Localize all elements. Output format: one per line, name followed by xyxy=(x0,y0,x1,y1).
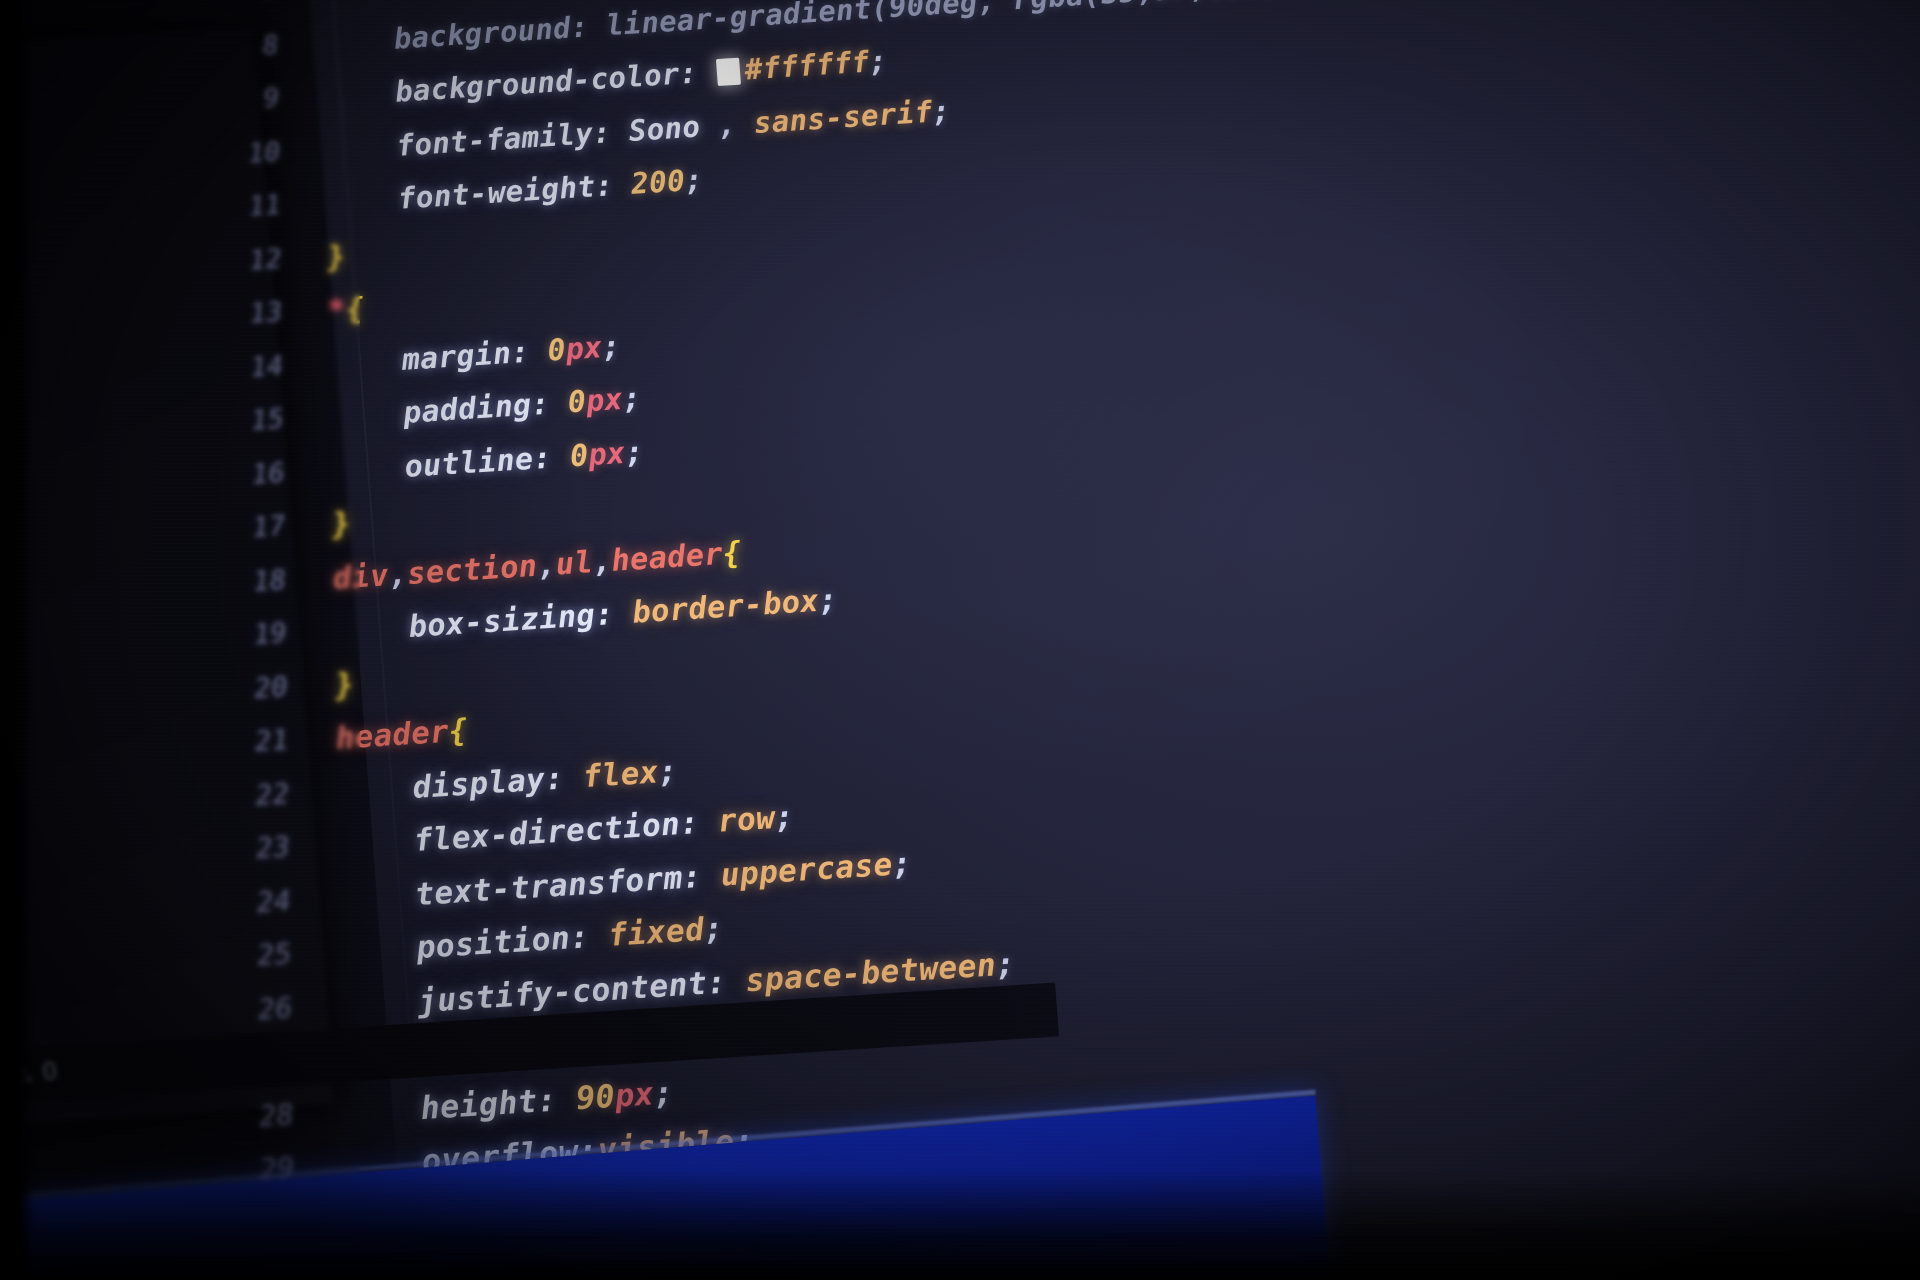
token-punc: ; xyxy=(657,753,679,791)
token-brace: { xyxy=(721,535,743,572)
token-punc: ; xyxy=(702,910,725,949)
line-number: 7 xyxy=(208,0,323,10)
warning-count: 0 xyxy=(41,1057,59,1087)
token-punc: ; xyxy=(773,799,796,837)
token-punc: ; xyxy=(683,163,705,199)
code-line-source: *{ xyxy=(327,292,366,329)
token-punc: ; xyxy=(623,434,645,471)
token-unit: px xyxy=(564,329,604,367)
token-brace: } xyxy=(325,239,347,275)
token-num: 90 xyxy=(574,1077,617,1118)
token-sp xyxy=(555,1080,577,1118)
code-line-source: } xyxy=(334,667,355,704)
token-prop: Sono xyxy=(627,109,702,149)
token-punc: ; xyxy=(817,582,839,619)
token-num: 200 xyxy=(629,164,687,202)
line-number: 12 xyxy=(248,243,284,276)
token-val: flex xyxy=(581,754,660,795)
line-number: 13 xyxy=(248,296,284,330)
line-number: 23 xyxy=(254,831,292,866)
token-sel: header xyxy=(334,714,451,757)
monitor-bezel-left xyxy=(0,0,34,1280)
code-line-source: } xyxy=(331,506,352,542)
token-val: row xyxy=(716,800,777,840)
line-number: 11 xyxy=(247,190,283,223)
token-prop: height: xyxy=(419,1081,559,1128)
token-brace: } xyxy=(330,506,352,543)
line-number: 19 xyxy=(252,617,289,651)
token-sp xyxy=(725,963,747,1001)
token-brace: { xyxy=(344,291,366,328)
token-sel: div xyxy=(331,557,390,597)
token-brace: { xyxy=(447,712,470,750)
token-punc: ; xyxy=(621,380,643,417)
token-punc: ; xyxy=(931,93,952,129)
token-sp xyxy=(696,55,716,90)
token-sel: section xyxy=(405,548,539,592)
line-number: 21 xyxy=(253,724,291,759)
token-unit: px xyxy=(613,1075,656,1115)
color-swatch[interactable] xyxy=(716,57,742,87)
monitor-photo: 7 /* background: rgb(35,37,113);8 backgr… xyxy=(0,0,1920,1280)
code-line-source: header{ xyxy=(335,713,469,757)
token-unit: px xyxy=(584,382,625,420)
token-val: #ffffff xyxy=(743,45,871,88)
token-punc: ; xyxy=(891,845,913,883)
code-line-source: } xyxy=(326,239,347,274)
line-number: 15 xyxy=(250,403,286,437)
token-unit: px xyxy=(587,435,627,473)
token-sel: header xyxy=(610,536,725,579)
token-sel: ul xyxy=(554,544,595,583)
line-number: 25 xyxy=(256,938,294,973)
token-brace: } xyxy=(333,666,356,704)
editor-screen: 7 /* background: rgb(35,37,113);8 backgr… xyxy=(0,0,1920,1280)
token-punc: ; xyxy=(868,44,889,80)
token-punc: ; xyxy=(652,1074,675,1113)
line-number: 10 xyxy=(247,136,282,169)
line-number: 9 xyxy=(262,83,281,114)
line-number: 17 xyxy=(251,510,287,544)
token-punc: ; xyxy=(600,328,622,365)
token-prop: margin: xyxy=(400,334,531,378)
token-val: fixed xyxy=(607,911,706,955)
token-punc: ; xyxy=(994,945,1017,984)
line-number: 8 xyxy=(261,29,281,61)
